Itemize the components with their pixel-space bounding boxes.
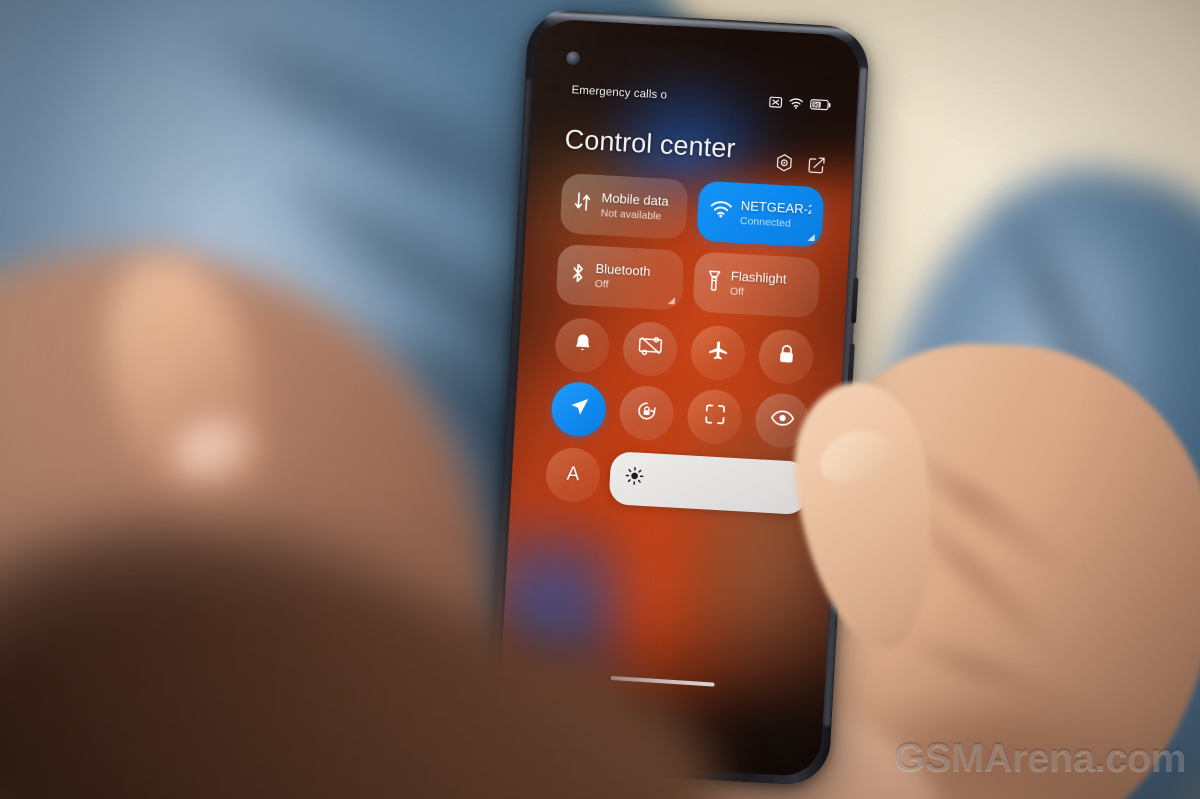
- round-toggle-grid: [548, 316, 816, 450]
- tile-expand-corner-icon[interactable]: [667, 296, 675, 305]
- tile-expand-corner-icon[interactable]: [807, 233, 815, 242]
- tile-flashlight[interactable]: Flashlight Off: [691, 251, 821, 319]
- toggle-airplane-mode[interactable]: [689, 324, 747, 382]
- flashlight-icon: [705, 269, 722, 297]
- settings-gear-icon[interactable]: [774, 153, 794, 178]
- tile-status: Off: [594, 277, 609, 291]
- brightness-sun-icon: [624, 466, 644, 491]
- bluetooth-icon: [568, 261, 586, 289]
- cast-off-icon: [637, 335, 663, 362]
- tile-status: Connected: [739, 214, 792, 230]
- toggle-location[interactable]: [550, 380, 608, 438]
- mobile-data-icon: [572, 191, 592, 218]
- toggle-cast[interactable]: [621, 320, 679, 378]
- auto-brightness-button[interactable]: A: [544, 446, 602, 504]
- toggle-scanner[interactable]: [686, 388, 743, 446]
- lock-icon: [776, 343, 796, 370]
- tile-status: Off: [729, 285, 745, 299]
- bell-icon: [572, 332, 592, 359]
- page-title: Control center: [563, 124, 737, 164]
- tile-text: Mobile data Not available: [600, 191, 669, 223]
- battery-icon: 50: [810, 98, 832, 110]
- location-arrow-icon: [568, 396, 590, 423]
- svg-text:50: 50: [813, 102, 820, 108]
- brightness-slider[interactable]: [608, 450, 810, 515]
- tile-label: Flashlight: [730, 269, 787, 287]
- edit-icon[interactable]: [807, 155, 826, 179]
- photo-scene: Emergency calls o 50 Control center Mobi…: [0, 0, 1200, 799]
- airplane-icon: [706, 339, 729, 366]
- rotation-lock-icon: [635, 399, 658, 427]
- tile-status: Not available: [600, 207, 662, 223]
- tile-text: NETGEAR-2 Connected: [740, 199, 812, 231]
- tile-bluetooth[interactable]: Bluetooth Off: [555, 243, 685, 311]
- quick-settings-tiles: Mobile data Not available NETGEAR-2 Conn…: [555, 172, 825, 319]
- tile-label: Bluetooth: [595, 261, 651, 279]
- tile-wifi[interactable]: NETGEAR-2 Connected: [695, 180, 825, 248]
- toggle-auto-rotate[interactable]: [618, 384, 676, 442]
- wifi-icon: [789, 97, 804, 109]
- tile-text: Bluetooth Off: [594, 262, 650, 293]
- control-center-header-actions: [774, 153, 826, 182]
- tile-text: Flashlight Off: [730, 270, 787, 301]
- toggle-silent-mode[interactable]: [553, 316, 611, 374]
- wifi-icon: [709, 200, 732, 223]
- scan-frame-icon: [703, 403, 725, 430]
- toggle-lock[interactable]: [757, 328, 815, 386]
- eye-icon: [770, 409, 795, 432]
- tile-mobile-data[interactable]: Mobile data Not available: [559, 172, 689, 240]
- auto-brightness-label: A: [566, 463, 580, 486]
- no-sim-icon: [769, 96, 783, 108]
